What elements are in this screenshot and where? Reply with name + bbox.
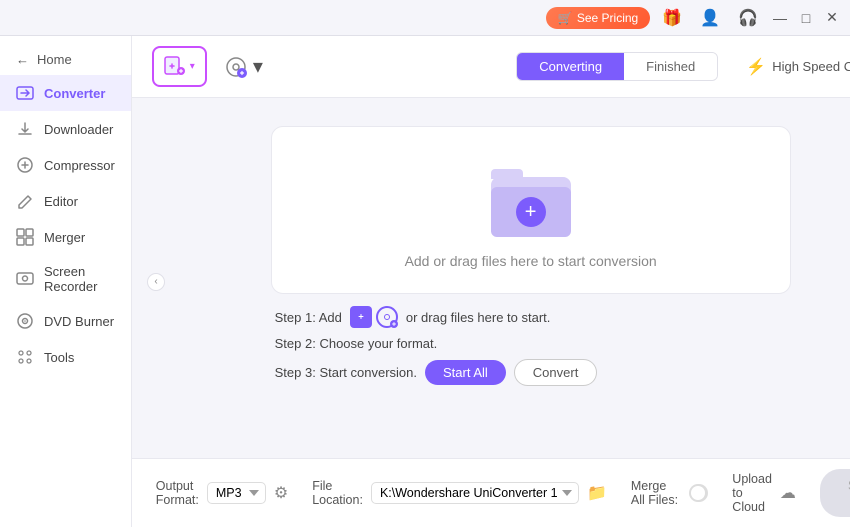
compressor-icon	[16, 156, 34, 174]
tab-group: Converting Finished	[516, 52, 718, 81]
steps-section: Step 1: Add	[271, 306, 791, 394]
upload-to-cloud-icon[interactable]: ☁	[780, 483, 796, 503]
upload-to-cloud-label: Upload to Cloud	[732, 472, 772, 514]
sidebar-back-home[interactable]: ← Home	[0, 44, 131, 75]
sidebar-collapse-button[interactable]: ‹	[147, 273, 165, 291]
headset-icon[interactable]: 🎧	[732, 6, 764, 30]
title-bar: 🛒 See Pricing 🎁 👤 🎧 — □ ✕	[0, 0, 850, 36]
sidebar-item-screen-recorder[interactable]: Screen Recorder	[0, 255, 131, 303]
drop-zone[interactable]: + Add or drag files here to start conver…	[271, 126, 791, 294]
sidebar-item-compressor[interactable]: Compressor	[0, 147, 131, 183]
add-file-button[interactable]: ▾	[152, 46, 207, 87]
main-content: ▾ ▾ Converting Finished ⚡ High Speed Con…	[132, 36, 850, 527]
upload-to-cloud-field: Upload to Cloud ☁	[732, 472, 796, 514]
high-speed-button[interactable]: ⚡ High Speed Conversion	[746, 57, 850, 77]
sidebar: ← Home Converter Downloader	[0, 36, 132, 527]
minimize-button[interactable]: —	[770, 8, 790, 28]
step-cd-icon	[376, 306, 398, 328]
merger-label: Merger	[44, 230, 85, 245]
see-pricing-button[interactable]: 🛒 See Pricing	[546, 7, 650, 29]
step-1-suffix: or drag files here to start.	[406, 310, 551, 325]
lightning-icon: ⚡	[746, 57, 766, 77]
add-file-chevron: ▾	[190, 61, 195, 72]
merge-all-field: Merge All Files:	[631, 479, 708, 507]
dvd-burner-icon	[16, 312, 34, 330]
screen-recorder-icon	[16, 270, 34, 288]
output-format-field: Output Format: MP3 MP4 AVI MOV ⚙	[156, 479, 288, 507]
toolbar: ▾ ▾ Converting Finished ⚡ High Speed Con…	[132, 36, 850, 98]
folder-front: +	[491, 187, 571, 237]
file-location-field: File Location: K:\Wondershare UniConvert…	[312, 479, 607, 507]
see-pricing-label: See Pricing	[577, 11, 638, 25]
convert-step-button[interactable]: Convert	[514, 359, 598, 386]
add-cd-button[interactable]: ▾	[219, 48, 267, 86]
output-format-label: Output Format:	[156, 479, 199, 507]
folder-icon: +	[481, 157, 581, 237]
cart-icon: 🛒	[558, 11, 573, 25]
home-label: Home	[37, 52, 72, 67]
output-format-settings-icon[interactable]: ⚙	[274, 483, 288, 503]
step-1-row: Step 1: Add	[275, 306, 787, 328]
user-icon[interactable]: 👤	[694, 6, 726, 30]
editor-icon	[16, 192, 34, 210]
step-2-text: Step 2: Choose your format.	[275, 336, 438, 351]
tab-converting[interactable]: Converting	[517, 53, 624, 80]
sidebar-item-downloader[interactable]: Downloader	[0, 111, 131, 147]
app-body: ← Home Converter Downloader	[0, 36, 850, 527]
bottom-bar-right: Start All	[820, 469, 850, 517]
step-1-prefix: Step 1: Add	[275, 310, 342, 325]
tab-finished[interactable]: Finished	[624, 53, 717, 80]
start-all-main-button[interactable]: Start All	[820, 469, 850, 517]
sidebar-item-editor[interactable]: Editor	[0, 183, 131, 219]
file-location-browse-icon[interactable]: 📁	[587, 483, 607, 503]
step-1-icons	[350, 306, 398, 328]
drop-zone-text: Add or drag files here to start conversi…	[405, 253, 657, 269]
step-2-row: Step 2: Choose your format.	[275, 336, 787, 351]
merger-icon	[16, 228, 34, 246]
step-3-row: Step 3: Start conversion. Start All Conv…	[275, 359, 787, 386]
gift-icon[interactable]: 🎁	[656, 6, 688, 30]
sidebar-item-merger[interactable]: Merger	[0, 219, 131, 255]
back-arrow-icon: ←	[16, 52, 29, 67]
screen-recorder-label: Screen Recorder	[44, 264, 115, 294]
maximize-button[interactable]: □	[796, 8, 816, 28]
sidebar-item-dvd-burner[interactable]: DVD Burner	[0, 303, 131, 339]
editor-label: Editor	[44, 194, 78, 209]
content-area: + Add or drag files here to start conver…	[132, 98, 850, 458]
sidebar-item-tools[interactable]: Tools	[0, 339, 131, 375]
high-speed-label: High Speed Conversion	[772, 59, 850, 74]
start-all-step-button[interactable]: Start All	[425, 360, 506, 385]
output-format-select[interactable]: MP3 MP4 AVI MOV	[207, 482, 266, 504]
downloader-label: Downloader	[44, 122, 113, 137]
close-button[interactable]: ✕	[822, 8, 842, 28]
compressor-label: Compressor	[44, 158, 115, 173]
dvd-burner-label: DVD Burner	[44, 314, 114, 329]
downloader-icon	[16, 120, 34, 138]
merge-all-label: Merge All Files:	[631, 479, 681, 507]
file-location-select[interactable]: K:\Wondershare UniConverter 1	[371, 482, 579, 504]
bottom-bar: Output Format: MP3 MP4 AVI MOV ⚙ File Lo…	[132, 458, 850, 527]
merge-all-toggle[interactable]	[689, 484, 709, 502]
add-cd-chevron: ▾	[253, 54, 263, 79]
step-3-prefix: Step 3: Start conversion.	[275, 365, 417, 380]
converter-label: Converter	[44, 86, 105, 101]
sidebar-item-converter[interactable]: Converter	[0, 75, 131, 111]
step-file-icon	[350, 306, 372, 328]
tools-icon	[16, 348, 34, 366]
file-location-label: File Location:	[312, 479, 363, 507]
add-file-icon	[164, 54, 186, 79]
tools-label: Tools	[44, 350, 74, 365]
plus-circle: +	[516, 197, 546, 227]
collapse-arrow-icon: ‹	[154, 276, 157, 287]
converter-icon	[16, 84, 34, 102]
